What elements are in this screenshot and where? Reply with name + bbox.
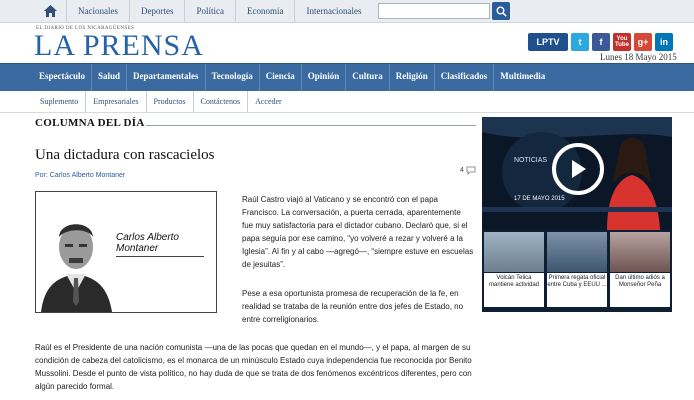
nav-item-salud[interactable]: Salud xyxy=(92,64,128,91)
comment-icon xyxy=(466,166,476,175)
thumb-caption: Dan último adiós a Monseñor Peña xyxy=(610,273,670,307)
article-paragraph-2: Pese a esa oportunista promesa de recupe… xyxy=(242,289,464,324)
topnav-item-nacionales[interactable]: Nacionales xyxy=(66,0,129,22)
top-bar: Nacionales Deportes Política Economía In… xyxy=(0,0,694,23)
subnav-item-productos[interactable]: Productos xyxy=(147,91,194,112)
article-paragraph-3: Raúl es el Presidente de una nación comu… xyxy=(35,343,472,391)
thumb-item[interactable]: Primera regata oficial entre Cuba y EEUU… xyxy=(547,232,607,307)
author-photo: Carlos Alberto Montaner xyxy=(35,191,217,313)
subnav-item-suplemento[interactable]: Suplemento xyxy=(33,91,87,112)
masthead: EL DIARIO DE LOS NICARAGÜENSES LA PRENSA… xyxy=(0,23,694,62)
lptv-button[interactable]: LPTV xyxy=(528,33,568,51)
nav-item-cultura[interactable]: Cultura xyxy=(346,64,390,91)
linkedin-icon[interactable]: in xyxy=(655,33,673,51)
site-logo[interactable]: LA PRENSA xyxy=(34,30,204,62)
thumb-image xyxy=(610,232,670,272)
video-thumbnails: Volcán Telica mantiene actividad Primera… xyxy=(482,230,672,312)
article-paragraph-1: Raúl Castro viajó al Vaticano y se encon… xyxy=(242,195,474,269)
search-button[interactable] xyxy=(492,2,510,20)
comment-count[interactable]: 4 xyxy=(460,166,476,175)
nav-item-tecnologia[interactable]: Tecnología xyxy=(206,64,260,91)
thumb-image xyxy=(547,232,607,272)
main-nav: Espectáculo Salud Departamentales Tecnol… xyxy=(0,63,694,91)
topnav-item-deportes[interactable]: Deportes xyxy=(128,0,185,22)
youtube-icon[interactable]: You Tube xyxy=(613,33,631,51)
top-nav: Nacionales Deportes Política Economía In… xyxy=(66,0,372,22)
video-strip xyxy=(482,207,672,212)
topnav-item-politica[interactable]: Política xyxy=(184,0,235,22)
twitter-icon[interactable]: t xyxy=(571,33,589,51)
section-label: COLUMNA DEL DÍA xyxy=(35,117,145,129)
author-portrait xyxy=(36,192,116,312)
sub-nav: Suplemento Empresariales Productos Contá… xyxy=(0,91,694,113)
search-icon xyxy=(496,6,507,17)
play-icon xyxy=(572,160,586,178)
subnav-item-empresariales[interactable]: Empresariales xyxy=(86,91,147,112)
play-button[interactable] xyxy=(552,143,604,195)
googleplus-icon[interactable]: g+ xyxy=(634,33,652,51)
nav-item-clasificados[interactable]: Clasificados xyxy=(435,64,495,91)
comment-count-value: 4 xyxy=(460,167,464,174)
home-icon[interactable] xyxy=(35,0,65,22)
facebook-icon[interactable]: f xyxy=(592,33,610,51)
nav-item-multimedia[interactable]: Multimedia xyxy=(494,64,551,91)
subnav-item-contactenos[interactable]: Contáctenos xyxy=(194,91,249,112)
article-title: Una dictadura con rascacielos xyxy=(35,147,215,163)
nav-item-departamentales[interactable]: Departamentales xyxy=(127,64,206,91)
thumb-item[interactable]: Volcán Telica mantiene actividad xyxy=(484,232,544,307)
current-date: Lunes 18 Mayo 2015 xyxy=(600,52,677,62)
thumb-caption: Primera regata oficial entre Cuba y EEUU… xyxy=(547,273,607,307)
search-input[interactable] xyxy=(378,3,490,19)
video-label: NOTICIAS xyxy=(514,157,548,164)
section-divider xyxy=(146,125,476,126)
video-player[interactable]: NOTICIAS 17 DE MAYO 2015 xyxy=(482,117,672,230)
thumb-item[interactable]: Dan último adiós a Monseñor Peña xyxy=(610,232,670,307)
caption-underline xyxy=(116,256,204,257)
article-byline[interactable]: Por: Carlos Alberto Montaner xyxy=(35,172,125,179)
nav-item-ciencia[interactable]: Ciencia xyxy=(260,64,302,91)
thumb-caption: Volcán Telica mantiene actividad xyxy=(484,273,544,307)
social-links: LPTV t f You Tube g+ in xyxy=(528,33,676,51)
video-date: 17 DE MAYO 2015 xyxy=(514,196,565,202)
nav-item-opinion[interactable]: Opinión xyxy=(302,64,347,91)
author-name-caption: Carlos Alberto Montaner xyxy=(116,232,179,254)
topnav-item-economia[interactable]: Economía xyxy=(234,0,295,22)
nav-item-espectaculo[interactable]: Espectáculo xyxy=(33,64,92,91)
topnav-item-internacionales[interactable]: Internacionales xyxy=(294,0,372,22)
thumb-image xyxy=(484,232,544,272)
subnav-item-acceder[interactable]: Acceder xyxy=(248,91,289,112)
nav-item-religion[interactable]: Religión xyxy=(390,64,435,91)
